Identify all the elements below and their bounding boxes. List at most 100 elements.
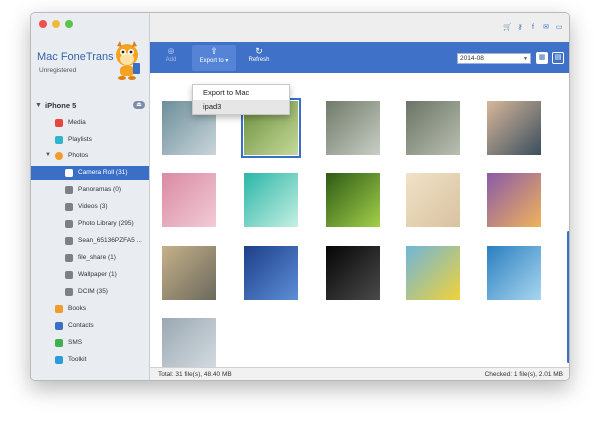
refresh-button-label: Refresh: [248, 57, 270, 63]
disclosure-triangle-icon[interactable]: ▼: [45, 152, 51, 158]
album-icon: [65, 271, 73, 279]
sidebar-item-label: Photos: [68, 152, 89, 159]
screen-icon[interactable]: ▭: [555, 24, 563, 32]
list-icon: ▤: [554, 54, 562, 61]
sidebar-album-sean[interactable]: Sean_65136PZFA5 ...: [31, 234, 149, 248]
facebook-icon[interactable]: f: [529, 24, 537, 32]
sidebar-item-label: Panoramas (0): [78, 186, 121, 193]
menu-item-ipad3[interactable]: ipad3: [193, 100, 289, 114]
sidebar-item-label: Sean_65136PZFA5 ...: [78, 237, 142, 244]
photo-thumbnail[interactable]: [162, 173, 216, 227]
status-bar: Total: 31 file(s), 48.40 MB Checked: 1 f…: [150, 367, 569, 380]
photo-thumbnail[interactable]: [487, 246, 541, 300]
add-button-label: Add: [165, 57, 177, 63]
sidebar-item-label: Playlists: [68, 136, 92, 143]
cart-icon[interactable]: 🛒: [503, 24, 512, 32]
date-select[interactable]: 2014-08 ▼: [457, 53, 531, 64]
photo-thumbnail[interactable]: [162, 246, 216, 300]
photo-thumbnail[interactable]: [326, 101, 380, 155]
list-view-button[interactable]: ▤: [552, 52, 564, 64]
checked-files-status: Checked: 1 file(s), 2.01 MB: [484, 371, 563, 378]
sidebar-item-label: file_share (1): [78, 254, 116, 261]
device-item[interactable]: ▼ iPhone 5 ⏏: [31, 99, 149, 113]
eject-icon[interactable]: ⏏: [133, 101, 145, 109]
sidebar-item-label: Camera Roll (31): [78, 169, 128, 176]
sms-icon: [55, 339, 63, 347]
grid-view-button[interactable]: ▦: [536, 52, 548, 64]
chevron-down-icon: ▾: [223, 58, 229, 64]
sidebar-item-playlists[interactable]: Playlists: [31, 133, 149, 147]
sidebar-album-file-share[interactable]: file_share (1): [31, 251, 149, 265]
toolkit-icon: [55, 356, 63, 364]
photo-thumbnail[interactable]: [406, 246, 460, 300]
photo-thumbnail[interactable]: [326, 246, 380, 300]
sidebar-item-label: Videos (3): [78, 203, 108, 210]
album-icon: [65, 186, 73, 194]
sidebar-item-label: Books: [68, 305, 87, 312]
sidebar-album-panoramas[interactable]: Panoramas (0): [31, 183, 149, 197]
sidebar-item-label: SMS: [68, 339, 83, 346]
sidebar-item-label: Media: [68, 119, 86, 126]
sidebar-item-media[interactable]: Media: [31, 116, 149, 130]
photo-thumbnail[interactable]: [244, 246, 298, 300]
grid-icon: ▦: [538, 54, 546, 61]
main-panel: 🛒 ⚷ f ✉ ▭ ⊕ Add ⇪ Export to ▾ ↻ Refresh …: [150, 13, 569, 380]
photo-thumbnail[interactable]: [487, 101, 541, 155]
refresh-icon: ↻: [255, 46, 263, 56]
album-icon: [65, 254, 73, 262]
photo-thumbnail[interactable]: [244, 173, 298, 227]
photo-thumbnail[interactable]: [162, 318, 216, 372]
sidebar-item-photos[interactable]: ▼ Photos: [31, 149, 149, 163]
app-name: Mac FoneTrans: [37, 51, 114, 63]
app-window: Mac FoneTrans Unregistered ▼ iPhone 5 ⏏ …: [30, 12, 570, 381]
sidebar-item-books[interactable]: Books: [31, 302, 149, 316]
device-name: iPhone 5: [45, 101, 77, 110]
album-icon: [65, 237, 73, 245]
sidebar-item-label: DCIM (35): [78, 288, 108, 295]
photos-icon: [55, 152, 63, 160]
refresh-button[interactable]: ↻ Refresh: [244, 45, 274, 71]
export-button-label: Export to: [199, 58, 224, 64]
plus-icon: ⊕: [167, 46, 175, 56]
vertical-scrollbar[interactable]: [567, 231, 569, 363]
music-icon: [55, 119, 63, 127]
sidebar-item-toolkit[interactable]: Toolkit: [31, 353, 149, 367]
sidebar-item-label: Wallpaper (1): [78, 271, 117, 278]
add-button[interactable]: ⊕ Add: [158, 45, 184, 71]
title-bar: 🛒 ⚷ f ✉ ▭: [150, 13, 569, 42]
zoom-window-button[interactable]: [65, 20, 73, 28]
photo-grid: [150, 73, 569, 372]
playlist-icon: [55, 136, 63, 144]
sidebar-album-wallpaper[interactable]: Wallpaper (1): [31, 268, 149, 282]
album-icon: [65, 169, 73, 177]
top-icon-group: 🛒 ⚷ f ✉ ▭: [503, 24, 563, 32]
photo-thumbnail[interactable]: [326, 173, 380, 227]
contacts-icon: [55, 322, 63, 330]
sidebar-album-camera-roll[interactable]: Camera Roll (31): [31, 166, 149, 180]
photo-thumbnail[interactable]: [487, 173, 541, 227]
sidebar-item-contacts[interactable]: Contacts: [31, 319, 149, 333]
key-icon[interactable]: ⚷: [516, 24, 524, 32]
books-icon: [55, 305, 63, 313]
menu-item-export-to-mac[interactable]: Export to Mac: [193, 86, 289, 100]
mascot-logo-icon: [116, 41, 140, 80]
album-icon: [65, 220, 73, 228]
sidebar-album-videos[interactable]: Videos (3): [31, 200, 149, 214]
close-window-button[interactable]: [39, 20, 47, 28]
disclosure-triangle-icon[interactable]: ▼: [35, 102, 42, 109]
export-menu: Export to Mac ipad3: [192, 84, 290, 115]
chevron-down-icon: ▼: [523, 56, 528, 62]
sidebar-item-label: Contacts: [68, 322, 94, 329]
sidebar-album-photo-library[interactable]: Photo Library (295): [31, 217, 149, 231]
total-files-status: Total: 31 file(s), 48.40 MB: [158, 371, 232, 378]
sidebar-item-label: Toolkit: [68, 356, 87, 363]
sidebar-item-sms[interactable]: SMS: [31, 336, 149, 350]
photo-thumbnail[interactable]: [406, 173, 460, 227]
chat-icon[interactable]: ✉: [542, 24, 550, 32]
sidebar-album-dcim[interactable]: DCIM (35): [31, 285, 149, 299]
photo-thumbnail[interactable]: [406, 101, 460, 155]
minimize-window-button[interactable]: [52, 20, 60, 28]
window-controls: [39, 20, 73, 28]
export-to-button[interactable]: ⇪ Export to ▾: [192, 45, 236, 71]
sidebar-item-label: Photo Library (295): [78, 220, 134, 227]
